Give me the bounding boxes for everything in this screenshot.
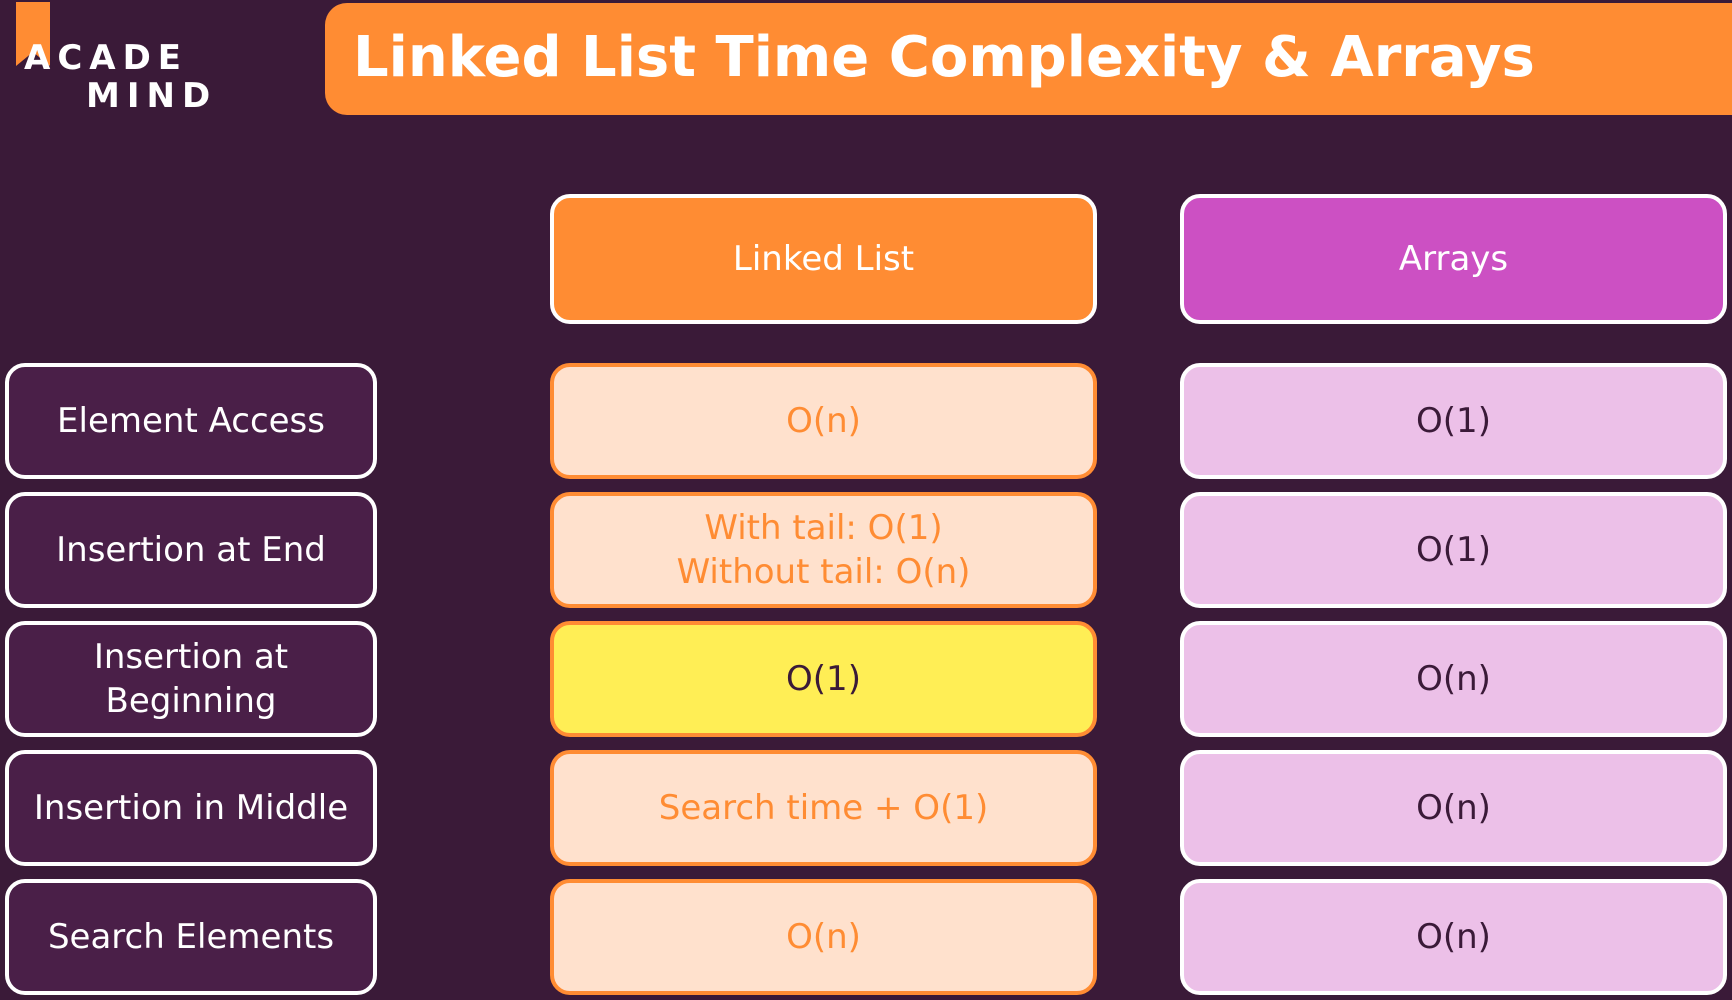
arrays-search-elements: O(n) [1180, 879, 1727, 995]
header-arrays-label: Arrays [1398, 239, 1509, 279]
row-label-insertion-at-beginning: Insertion at Beginning [5, 621, 377, 737]
row-label-insertion-at-end: Insertion at End [5, 492, 377, 608]
page-title: Linked List Time Complexity & Arrays [353, 25, 1535, 90]
row-label-search-elements: Search Elements [5, 879, 377, 995]
linked-list-insertion-in-middle: Search time + O(1) [550, 750, 1097, 866]
complexity-value: Search time + O(1) [658, 788, 989, 828]
academind-logo: ACADE MIND [16, 2, 210, 116]
row-label-text: Element Access [57, 401, 325, 441]
header-arrays: Arrays [1180, 194, 1727, 324]
linked-list-insertion-at-end: With tail: O(1) Without tail: O(n) [550, 492, 1097, 608]
row-label-text-line2: Beginning [105, 681, 277, 721]
title-banner: Linked List Time Complexity & Arrays [325, 3, 1732, 115]
complexity-value: O(n) [1416, 659, 1491, 699]
row-label-element-access: Element Access [5, 363, 377, 479]
complexity-value-without-tail: Without tail: O(n) [676, 552, 971, 592]
arrays-insertion-in-middle: O(n) [1180, 750, 1727, 866]
row-label-text: Insertion in Middle [33, 788, 349, 828]
header-linked-list: Linked List [550, 194, 1097, 324]
linked-list-element-access: O(n) [550, 363, 1097, 479]
row-label-insertion-in-middle: Insertion in Middle [5, 750, 377, 866]
linked-list-search-elements: O(n) [550, 879, 1097, 995]
header-linked-list-label: Linked List [732, 239, 915, 279]
logo-text-line1: ACADE [24, 38, 189, 78]
row-label-text: Insertion at End [56, 530, 326, 570]
complexity-value: O(1) [786, 659, 861, 699]
arrays-insertion-at-beginning: O(n) [1180, 621, 1727, 737]
complexity-value: O(n) [1416, 788, 1491, 828]
arrays-element-access: O(1) [1180, 363, 1727, 479]
complexity-value-with-tail: With tail: O(1) [704, 508, 943, 548]
complexity-value: O(n) [786, 917, 861, 957]
complexity-value: O(1) [1416, 530, 1491, 570]
complexity-value: O(n) [786, 401, 861, 441]
complexity-value: O(n) [1416, 917, 1491, 957]
row-label-text: Search Elements [47, 917, 335, 957]
linked-list-insertion-at-beginning: O(1) [550, 621, 1097, 737]
complexity-value: O(1) [1416, 401, 1491, 441]
row-label-text-line1: Insertion at [93, 637, 289, 677]
logo-text-line2: MIND [86, 76, 218, 116]
arrays-insertion-at-end: O(1) [1180, 492, 1727, 608]
